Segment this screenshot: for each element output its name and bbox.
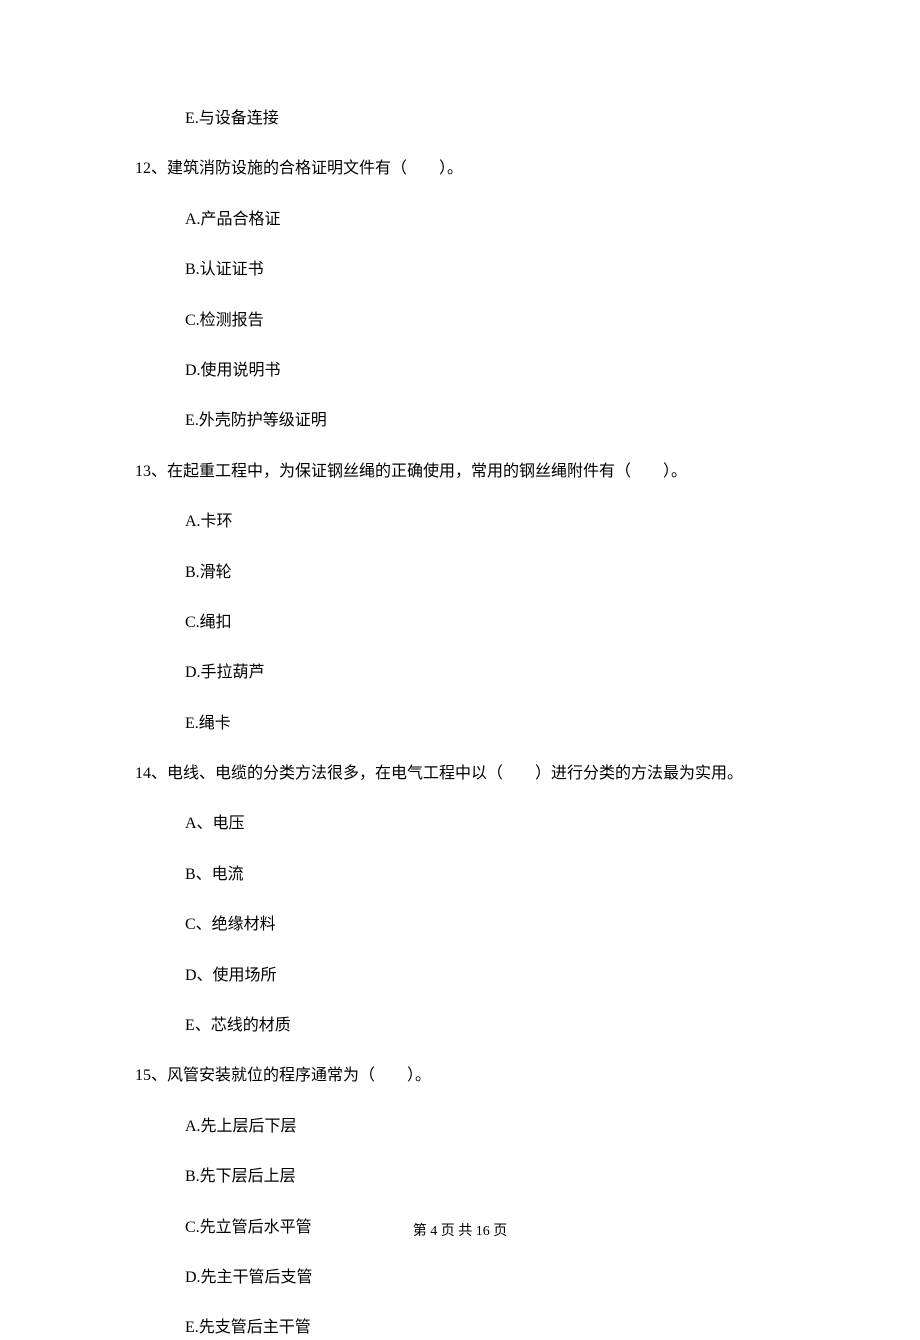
q15-option-a: A.先上层后下层	[185, 1116, 800, 1138]
q13-stem: 13、在起重工程中，为保证钢丝绳的正确使用，常用的钢丝绳附件有（ ）。	[135, 461, 800, 483]
q13-option-a: A.卡环	[185, 511, 800, 533]
q15-option-b: B.先下层后上层	[185, 1166, 800, 1188]
q14-option-c: C、绝缘材料	[185, 914, 800, 936]
q13-option-c: C.绳扣	[185, 612, 800, 634]
q15-stem: 15、风管安装就位的程序通常为（ ）。	[135, 1065, 800, 1087]
q15-option-e: E.先支管后主干管	[185, 1317, 800, 1339]
q11-option-e: E.与设备连接	[185, 108, 800, 130]
q14-option-b: B、电流	[185, 864, 800, 886]
q12-option-a: A.产品合格证	[185, 209, 800, 231]
exam-page: E.与设备连接 12、建筑消防设施的合格证明文件有（ ）。 A.产品合格证 B.…	[0, 0, 920, 1302]
q12-option-e: E.外壳防护等级证明	[185, 410, 800, 432]
q13-option-b: B.滑轮	[185, 562, 800, 584]
page-footer: 第 4 页 共 16 页	[0, 1222, 920, 1242]
q15-option-d: D.先主干管后支管	[185, 1267, 800, 1289]
q14-option-d: D、使用场所	[185, 965, 800, 987]
q12-option-c: C.检测报告	[185, 310, 800, 332]
q12-option-d: D.使用说明书	[185, 360, 800, 382]
q14-option-a: A、电压	[185, 813, 800, 835]
q12-stem: 12、建筑消防设施的合格证明文件有（ ）。	[135, 158, 800, 180]
q14-stem: 14、电线、电缆的分类方法很多，在电气工程中以（ ）进行分类的方法最为实用。	[135, 763, 800, 785]
q14-option-e: E、芯线的材质	[185, 1015, 800, 1037]
q13-option-d: D.手拉葫芦	[185, 662, 800, 684]
q12-option-b: B.认证证书	[185, 259, 800, 281]
q13-option-e: E.绳卡	[185, 713, 800, 735]
